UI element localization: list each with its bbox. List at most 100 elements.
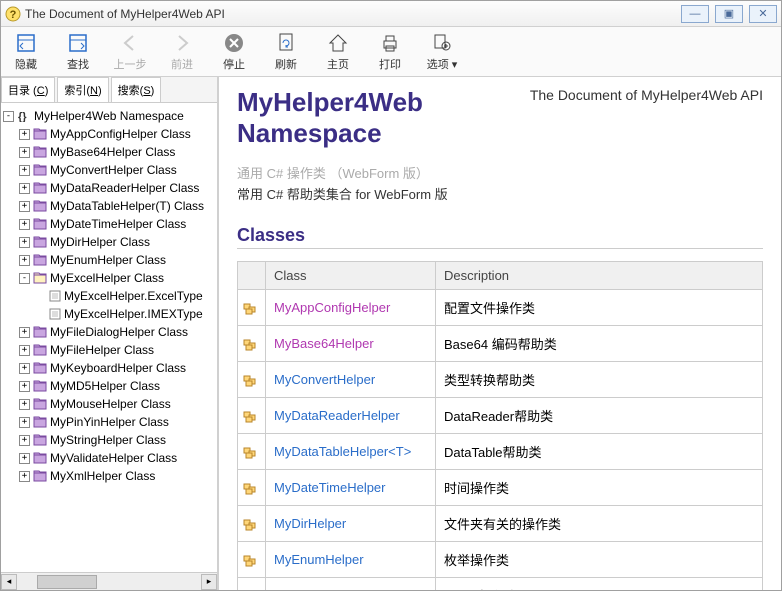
tree-node[interactable]: +MyMouseHelper Class [3, 395, 215, 413]
tree-node-label: MyMD5Helper Class [50, 379, 160, 393]
scroll-thumb[interactable] [37, 575, 97, 589]
close-button[interactable]: ✕ [749, 5, 777, 23]
class-name-cell: MyDateTimeHelper [266, 470, 436, 506]
expand-icon[interactable]: + [19, 327, 30, 338]
tree-node[interactable]: + MyKeyboardHelper Class [3, 359, 215, 377]
tree-node-label: MyKeyboardHelper Class [50, 361, 186, 375]
print-button[interactable]: 打印 [373, 32, 407, 72]
scroll-right-button[interactable]: ▸ [201, 574, 217, 590]
maximize-button[interactable]: ▣ [715, 5, 743, 23]
expand-icon[interactable]: + [19, 363, 30, 374]
summary-gray: 通用 C# 操作类 （WebForm 版） [237, 163, 763, 182]
tree-node[interactable]: - MyExcelHelper Class [3, 269, 215, 287]
tree-view[interactable]: -{}MyHelper4Web Namespace + MyAppConfigHel… [1, 103, 217, 572]
expand-icon[interactable]: + [19, 201, 30, 212]
tree-node[interactable]: + MyPinYinHelper Class [3, 413, 215, 431]
class-desc-cell: 文件夹有关的操作类 [436, 506, 763, 542]
tree-node[interactable]: + MyMD5Helper Class [3, 377, 215, 395]
class-link[interactable]: MyEnumHelper [274, 552, 364, 567]
expander-blank [35, 309, 46, 320]
book-icon [33, 416, 47, 428]
collapse-icon[interactable]: - [3, 111, 14, 122]
tree-node[interactable]: +MyEnumHelper Class [3, 251, 215, 269]
class-link[interactable]: MyDataTableHelper<T> [274, 444, 411, 459]
tree-node[interactable]: +MyConvertHelper Class [3, 161, 215, 179]
class-link[interactable]: MyExcelHelper [274, 588, 361, 590]
back-button[interactable]: 上一步 [113, 32, 147, 72]
class-icon [238, 542, 266, 578]
hide-button[interactable]: 隐藏 [9, 32, 43, 72]
expand-icon[interactable]: + [19, 165, 30, 176]
tree-node[interactable]: +MyStringHelper Class [3, 431, 215, 449]
tree-node[interactable]: +MyDirHelper Class [3, 233, 215, 251]
table-row: MyDateTimeHelper时间操作类 [238, 470, 763, 506]
tab-contents[interactable]: 目录 (C) [1, 77, 55, 102]
class-desc-cell: Excel 操作类 [436, 578, 763, 590]
scroll-left-button[interactable]: ◂ [1, 574, 17, 590]
tree-node[interactable]: +MyDateTimeHelper Class [3, 215, 215, 233]
collapse-icon[interactable]: - [19, 273, 30, 284]
scroll-track[interactable] [17, 574, 201, 590]
expand-icon[interactable]: + [19, 219, 30, 230]
forward-button[interactable]: 前进 [165, 32, 199, 72]
expand-icon[interactable]: + [19, 129, 30, 140]
tree-node-label: MyExcelHelper Class [50, 271, 164, 285]
home-button[interactable]: 主页 [321, 32, 355, 72]
refresh-button[interactable]: 刷新 [269, 32, 303, 72]
book-icon [33, 452, 47, 464]
tree-node[interactable]: +MyFileHelper Class [3, 341, 215, 359]
th-icon [238, 262, 266, 290]
book-icon [33, 128, 47, 140]
stop-button[interactable]: 停止 [217, 32, 251, 72]
expand-icon[interactable]: + [19, 435, 30, 446]
content-pane[interactable]: MyHelper4Web Namespace The Document of M… [219, 77, 781, 590]
tree-node[interactable]: +MyDataTableHelper(T) Class [3, 197, 215, 215]
tree-node-label: MyAppConfigHelper Class [50, 127, 191, 141]
book-icon [33, 326, 47, 338]
expand-icon[interactable]: + [19, 183, 30, 194]
expand-icon[interactable]: + [19, 255, 30, 266]
expand-icon[interactable]: + [19, 237, 30, 248]
class-link[interactable]: MyConvertHelper [274, 372, 375, 387]
class-link[interactable]: MyDataReaderHelper [274, 408, 400, 423]
expand-icon[interactable]: + [19, 399, 30, 410]
expand-icon[interactable]: + [19, 417, 30, 428]
expand-icon[interactable]: + [19, 381, 30, 392]
class-name-cell: MyEnumHelper [266, 542, 436, 578]
expand-icon[interactable]: + [19, 453, 30, 464]
options-button[interactable]: 选项 ▾ [425, 32, 459, 72]
tree-node-label: MyPinYinHelper Class [50, 415, 169, 429]
class-name-cell: MyDataTableHelper<T> [266, 434, 436, 470]
class-name-cell: MyDataReaderHelper [266, 398, 436, 434]
book-icon [33, 380, 47, 392]
expand-icon[interactable]: + [19, 147, 30, 158]
find-button[interactable]: 查找 [61, 32, 95, 72]
table-row: MyDataTableHelper<T>DataTable帮助类 [238, 434, 763, 470]
tree-node[interactable]: +MyBase64Helper Class [3, 143, 215, 161]
class-desc-cell: DataReader帮助类 [436, 398, 763, 434]
class-icon [238, 578, 266, 590]
class-link[interactable]: MyAppConfigHelper [274, 300, 390, 315]
table-row: MyDirHelper 文件夹有关的操作类 [238, 506, 763, 542]
tree-node[interactable]: +MyDataReaderHelper Class [3, 179, 215, 197]
class-link[interactable]: MyBase64Helper [274, 336, 374, 351]
minimize-button[interactable]: — [681, 5, 709, 23]
tree-node[interactable]: +MyFileDialogHelper Class [3, 323, 215, 341]
tree-node[interactable]: MyExcelHelper.IMEXType [3, 305, 215, 323]
tree-node[interactable]: +MyValidateHelper Class [3, 449, 215, 467]
namespace-icon: {} [17, 110, 31, 122]
expand-icon[interactable]: + [19, 345, 30, 356]
horizontal-scrollbar[interactable]: ◂ ▸ [1, 572, 217, 590]
tab-search[interactable]: 搜索(S) [111, 77, 162, 102]
class-link[interactable]: MyDirHelper [274, 516, 346, 531]
classes-table: Class Description MyAppConfigHelper配置文件操… [237, 261, 763, 590]
tab-index[interactable]: 索引(N) [57, 77, 108, 102]
tree-node[interactable]: + MyAppConfigHelper Class [3, 125, 215, 143]
tree-node[interactable]: MyExcelHelper.ExcelType [3, 287, 215, 305]
body: 目录 (C) 索引(N) 搜索(S) -{}MyHelper4Web Names… [1, 77, 781, 590]
tree-node[interactable]: -{}MyHelper4Web Namespace [3, 107, 215, 125]
tree-node[interactable]: +MyXmlHelper Class [3, 467, 215, 485]
class-link[interactable]: MyDateTimeHelper [274, 480, 386, 495]
table-row: MyEnumHelper枚举操作类 [238, 542, 763, 578]
expand-icon[interactable]: + [19, 471, 30, 482]
